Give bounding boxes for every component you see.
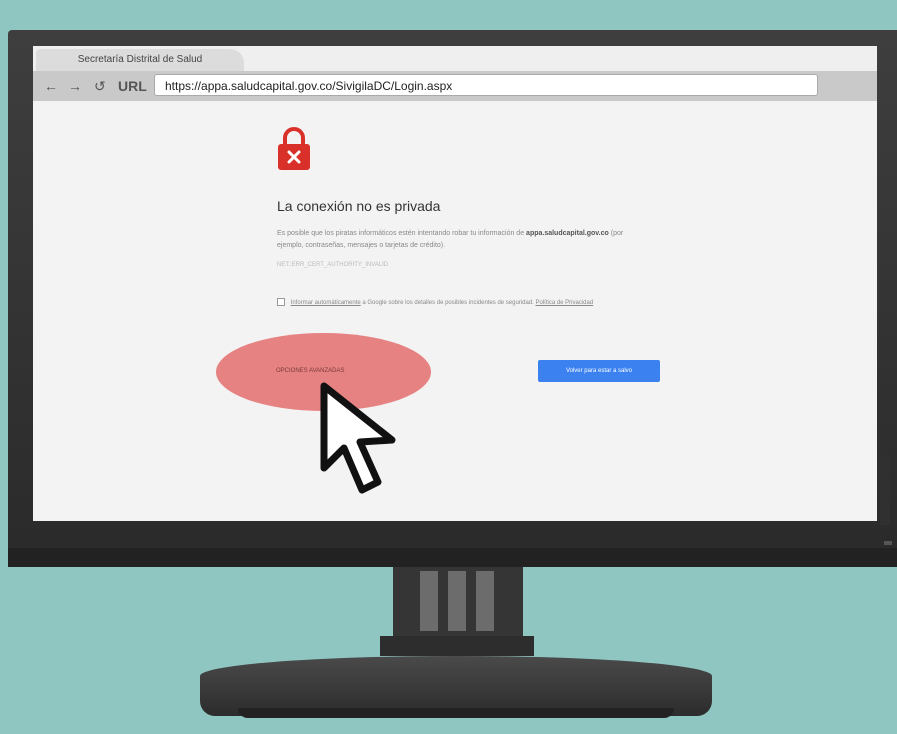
url-label: URL [118, 78, 147, 94]
error-title: La conexión no es privada [277, 198, 441, 214]
monitor-bottom-edge [8, 548, 897, 567]
report-checkbox-row: Informar automáticamente a Google sobre … [277, 298, 662, 309]
monitor-stand-base [238, 708, 674, 718]
lock-error-icon [278, 127, 310, 170]
error-description: Es posible que los piratas informáticos … [277, 228, 637, 252]
neck-slot [476, 571, 494, 631]
neck-slot [448, 571, 466, 631]
monitor-stand-foot [200, 656, 712, 716]
reload-icon[interactable]: ↺ [94, 76, 106, 96]
address-bar[interactable]: https://appa.saludcapital.gov.co/Sivigil… [154, 74, 818, 96]
mouse-pointer-icon [320, 382, 396, 494]
forward-arrow-icon[interactable]: → [68, 76, 82, 96]
back-to-safety-button[interactable]: Volver para estar a salvo [538, 360, 660, 382]
error-domain: appa.saludcapital.gov.co [526, 230, 609, 237]
report-text: a Google sobre los detalles de posibles … [362, 300, 534, 306]
tab-title: Secretaría Distrital de Salud [77, 54, 203, 65]
monitor-neck-base [380, 636, 534, 656]
neck-slot [420, 571, 438, 631]
report-link[interactable]: Informar automáticamente [291, 300, 361, 306]
error-code: NET::ERR_CERT_AUTHORITY_INVALID [277, 262, 389, 268]
power-led [884, 541, 892, 545]
report-checkbox[interactable] [277, 298, 285, 307]
browser-tab[interactable]: Secretaría Distrital de Salud [36, 49, 244, 71]
privacy-link[interactable]: Política de Privacidad [536, 300, 594, 306]
advanced-options-button[interactable]: OPCIONES AVANZADAS [276, 368, 344, 374]
error-page [33, 101, 877, 521]
monitor-side-buttons [880, 455, 890, 525]
back-arrow-icon[interactable]: ← [44, 76, 58, 96]
error-text-1: Es posible que los piratas informáticos … [277, 230, 525, 237]
